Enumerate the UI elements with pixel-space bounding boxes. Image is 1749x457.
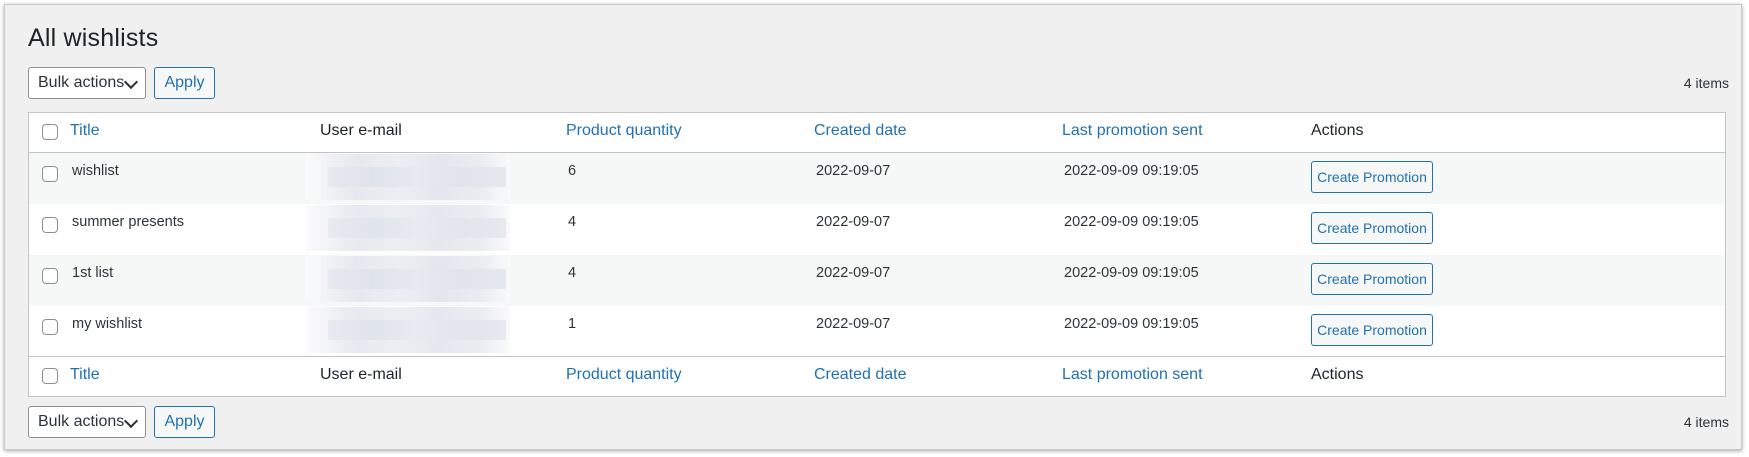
- wishlist-title-link[interactable]: 1st list: [72, 265, 113, 281]
- column-created-sort[interactable]: Created date: [814, 366, 907, 384]
- product-quantity: 4: [568, 214, 577, 230]
- wishlist-title-link[interactable]: my wishlist: [72, 316, 142, 332]
- last-promotion-sent: 2022-09-09 09:19:05: [1064, 214, 1199, 230]
- create-promotion-button[interactable]: Create Promotion: [1311, 314, 1433, 346]
- column-email: User e-mail: [320, 122, 402, 139]
- row-checkbox[interactable]: [42, 319, 58, 335]
- email-redacted: [306, 205, 510, 251]
- table-header: Title User e-mail Product quantity Creat…: [29, 113, 1725, 153]
- items-count: 4 items: [1683, 75, 1729, 91]
- column-email: User e-mail: [320, 366, 402, 383]
- column-quantity-sort[interactable]: Product quantity: [566, 122, 682, 140]
- bulk-actions-select[interactable]: Bulk actions: [28, 67, 146, 99]
- column-actions: Actions: [1311, 122, 1364, 139]
- bulk-actions-select[interactable]: Bulk actions: [28, 406, 146, 438]
- create-promotion-button[interactable]: Create Promotion: [1311, 263, 1433, 295]
- email-redacted: [306, 154, 510, 200]
- email-redacted: [306, 256, 510, 302]
- wishlist-title-link[interactable]: summer presents: [72, 214, 184, 230]
- chevron-down-icon: [123, 413, 139, 429]
- column-actions: Actions: [1311, 366, 1364, 383]
- select-all-checkbox[interactable]: [42, 368, 58, 384]
- email-redacted: [306, 307, 510, 353]
- created-date: 2022-09-07: [816, 214, 891, 230]
- table-row: 1st list 4 2022-09-07 2022-09-09 09:19:0…: [29, 255, 1725, 306]
- created-date: 2022-09-07: [816, 265, 891, 281]
- column-title-sort[interactable]: Title: [70, 122, 100, 140]
- tablenav-top: Bulk actions Apply 4 items: [28, 67, 1729, 99]
- column-last-promo-sort[interactable]: Last promotion sent: [1062, 122, 1203, 140]
- tablenav-bottom: Bulk actions Apply 4 items: [28, 406, 1729, 438]
- last-promotion-sent: 2022-09-09 09:19:05: [1064, 163, 1199, 179]
- chevron-down-icon: [123, 74, 139, 90]
- page-title: All wishlists: [28, 24, 159, 52]
- product-quantity: 1: [568, 316, 577, 332]
- items-count: 4 items: [1683, 414, 1729, 430]
- apply-button[interactable]: Apply: [154, 406, 215, 438]
- column-quantity-sort[interactable]: Product quantity: [566, 366, 682, 384]
- last-promotion-sent: 2022-09-09 09:19:05: [1064, 316, 1199, 332]
- column-title-sort[interactable]: Title: [70, 366, 100, 384]
- row-checkbox[interactable]: [42, 166, 58, 182]
- table-row: summer presents 4 2022-09-07 2022-09-09 …: [29, 204, 1725, 255]
- select-all-checkbox[interactable]: [42, 124, 58, 140]
- wishlists-table: Title User e-mail Product quantity Creat…: [28, 112, 1726, 397]
- column-created-sort[interactable]: Created date: [814, 122, 907, 140]
- column-last-promo-sort[interactable]: Last promotion sent: [1062, 366, 1203, 384]
- bulk-actions-label: Bulk actions: [38, 74, 125, 91]
- table-footer: Title User e-mail Product quantity Creat…: [29, 356, 1725, 397]
- admin-page: All wishlists Bulk actions Apply 4 items…: [4, 4, 1742, 450]
- table-row: my wishlist 1 2022-09-07 2022-09-09 09:1…: [29, 306, 1725, 357]
- bulk-actions-label: Bulk actions: [38, 413, 125, 430]
- create-promotion-button[interactable]: Create Promotion: [1311, 212, 1433, 244]
- row-checkbox[interactable]: [42, 268, 58, 284]
- apply-button[interactable]: Apply: [154, 67, 215, 99]
- row-checkbox[interactable]: [42, 217, 58, 233]
- create-promotion-button[interactable]: Create Promotion: [1311, 161, 1433, 193]
- wishlist-title-link[interactable]: wishlist: [72, 163, 119, 179]
- product-quantity: 4: [568, 265, 577, 281]
- created-date: 2022-09-07: [816, 316, 891, 332]
- created-date: 2022-09-07: [816, 163, 891, 179]
- table-row: wishlist 6 2022-09-07 2022-09-09 09:19:0…: [29, 153, 1725, 204]
- last-promotion-sent: 2022-09-09 09:19:05: [1064, 265, 1199, 281]
- product-quantity: 6: [568, 163, 577, 179]
